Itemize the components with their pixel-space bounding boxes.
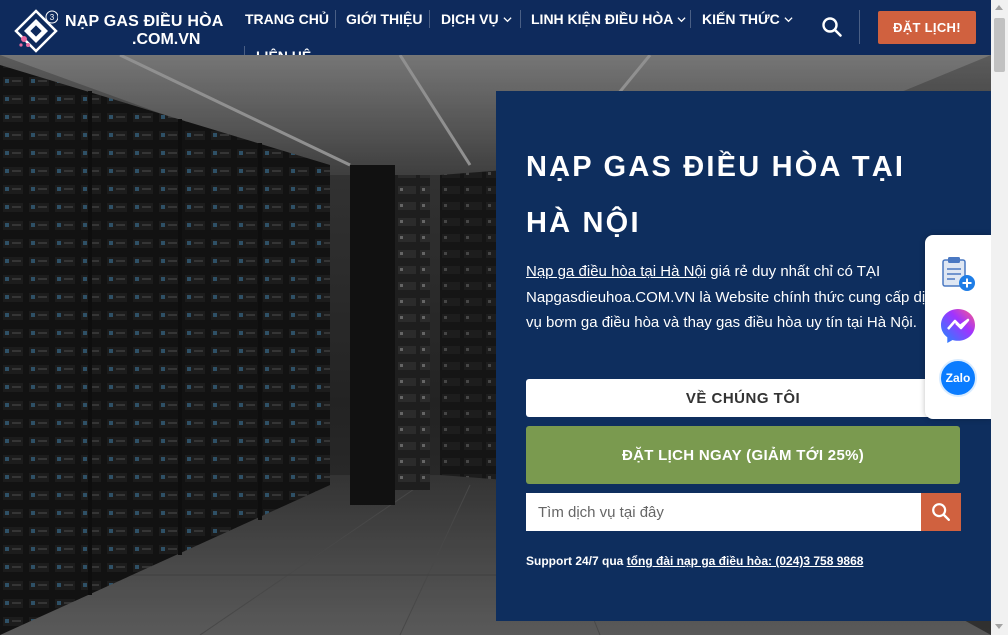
logo-diamond-icon: 3 [14, 9, 58, 53]
booking-form-icon[interactable] [939, 255, 977, 293]
chevron-down-icon [677, 16, 686, 22]
service-search-input[interactable] [526, 493, 921, 531]
search-icon[interactable] [820, 15, 844, 39]
hero-title: NẠP GAS ĐIỀU HÒA TẠI HÀ NỘI [526, 151, 906, 239]
book-now-button[interactable]: ĐẶT LỊCH! [878, 11, 976, 44]
logo-text-line1: NẠP GAS ĐIỀU HÒA [65, 13, 224, 30]
hotline-link[interactable]: tổng đài nạp ga điều hòa: (024)3 758 986… [627, 554, 864, 568]
header-divider [859, 10, 860, 44]
zalo-label: Zalo [945, 371, 971, 385]
page-scrollbar[interactable] [991, 0, 1008, 635]
nav-label: GIỚI THIỆU [346, 11, 423, 27]
zalo-icon[interactable]: Zalo [939, 359, 977, 397]
nav-label: LINH KIỆN ĐIỀU HÒA [531, 11, 674, 27]
nav-label: KIẾN THỨC [702, 11, 780, 27]
logo-badge: 3 [50, 13, 55, 22]
nav-item-about[interactable]: GIỚI THIỆU [346, 9, 423, 29]
about-us-button[interactable]: VỀ CHÚNG TÔI [526, 379, 960, 417]
nav-divider [690, 10, 691, 28]
support-line: Support 24/7 qua tổng đài nạp ga điều hò… [526, 554, 863, 568]
logo-text-line2: .COM.VN [132, 31, 201, 48]
chevron-down-icon [502, 16, 512, 22]
hero-description: Nạp ga điều hòa tại Hà Nội giá rẻ duy nh… [526, 259, 946, 336]
scroll-up-arrow-icon[interactable] [995, 5, 1003, 10]
messenger-icon[interactable] [939, 307, 977, 345]
hero-description-link[interactable]: Nạp ga điều hòa tại Hà Nội [526, 263, 706, 280]
service-search-form [526, 493, 961, 531]
nav-divider [520, 10, 521, 28]
scroll-thumb[interactable] [994, 18, 1005, 72]
scroll-down-arrow-icon[interactable] [995, 624, 1003, 629]
chevron-down-icon [784, 16, 793, 22]
nav-item-knowledge[interactable]: KIẾN THỨC [702, 9, 793, 29]
support-prefix: Support 24/7 qua [526, 554, 627, 568]
hero-card: NẠP GAS ĐIỀU HÒA TẠI HÀ NỘI Nạp ga điều … [496, 91, 991, 621]
floating-contact-widget: Zalo [925, 235, 991, 419]
site-logo[interactable]: 3 NẠP GAS ĐIỀU HÒA .COM.VN [14, 7, 224, 53]
nav-item-services[interactable]: DỊCH VỤ [441, 9, 512, 29]
nav-item-home[interactable]: TRANG CHỦ [245, 9, 329, 29]
nav-label: TRANG CHỦ [245, 11, 329, 27]
nav-label: DỊCH VỤ [441, 11, 499, 27]
nav-divider [335, 10, 336, 28]
nav-item-components[interactable]: LINH KIỆN ĐIỀU HÒA [531, 9, 686, 29]
search-icon [932, 503, 950, 521]
search-submit-button[interactable] [921, 493, 961, 531]
site-header: 3 NẠP GAS ĐIỀU HÒA .COM.VN TRANG CHỦ GIỚ… [0, 0, 991, 64]
book-discount-button[interactable]: ĐẶT LỊCH NGAY (GIẢM TỚI 25%) [526, 426, 960, 484]
nav-divider [429, 10, 430, 28]
